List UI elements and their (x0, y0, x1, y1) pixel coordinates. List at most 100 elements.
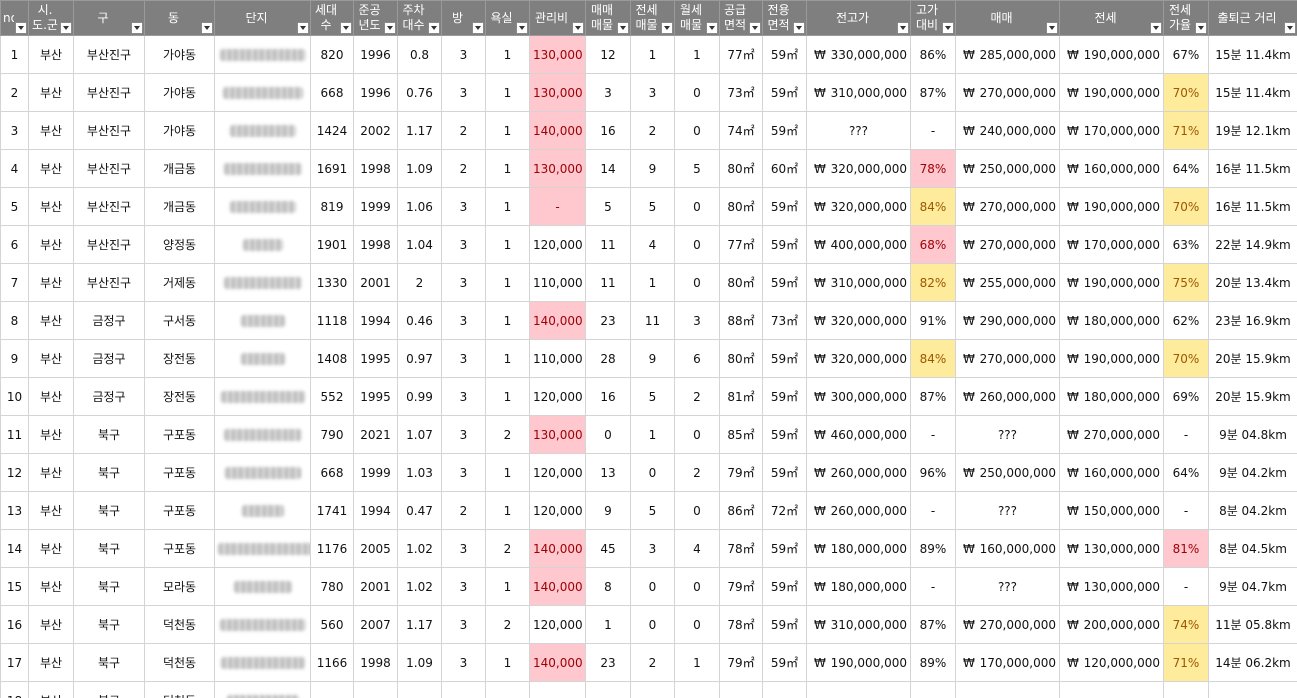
sido-cell[interactable]: 부산 (28, 415, 74, 454)
row-number-cell[interactable]: 6 (0, 225, 29, 264)
high-ratio-cell[interactable]: 87% (910, 73, 956, 112)
dong-cell[interactable]: 가야동 (144, 111, 215, 150)
gu-cell[interactable]: 부산진구 (73, 263, 145, 302)
exclusive-area-cell[interactable]: 72㎡ (762, 491, 807, 530)
supply-area-cell[interactable]: 74㎡ (719, 111, 763, 150)
supply-area-cell[interactable]: 79㎡ (719, 453, 763, 492)
column-header[interactable]: 구 (73, 0, 145, 36)
dong-cell[interactable]: 덕천동 (144, 681, 215, 698)
dong-cell[interactable]: 구포동 (144, 453, 215, 492)
parking-cell[interactable]: 0.47 (397, 491, 442, 530)
built-year-cell[interactable]: 1998 (353, 643, 398, 682)
parking-cell[interactable]: 0.8 (397, 35, 442, 74)
sido-cell[interactable]: 부산 (28, 643, 74, 682)
baths-cell[interactable]: 1 (485, 187, 530, 226)
filter-dropdown-icon[interactable] (201, 22, 213, 34)
gu-cell[interactable]: 부산진구 (73, 149, 145, 188)
filter-dropdown-icon[interactable] (516, 22, 528, 34)
gu-cell[interactable]: 북구 (73, 415, 145, 454)
complex-name-cell[interactable] (214, 529, 311, 568)
rooms-cell[interactable]: 3 (441, 187, 486, 226)
jeonse-rate-cell[interactable]: 67% (1163, 35, 1209, 74)
sale-listings-cell[interactable]: 23 (585, 301, 631, 340)
dong-cell[interactable]: 모라동 (144, 567, 215, 606)
commute-cell[interactable]: 20분 13.4km (1208, 263, 1297, 302)
high-ratio-cell[interactable]: - (910, 415, 956, 454)
jeonse-listings-cell[interactable]: 9 (630, 149, 675, 188)
parking-cell[interactable]: 1.09 (397, 643, 442, 682)
exclusive-area-cell[interactable]: 59㎡ (762, 377, 807, 416)
monthly-listings-cell[interactable]: 0 (674, 73, 720, 112)
sido-cell[interactable]: 부산 (28, 301, 74, 340)
sale-price-cell[interactable]: ₩270,000,000 (955, 605, 1060, 644)
management-fee-cell[interactable] (529, 681, 586, 698)
column-header[interactable]: 매매매물 (585, 0, 631, 36)
column-header[interactable]: 고가대비 (910, 0, 956, 36)
high-ratio-cell[interactable]: - (910, 491, 956, 530)
previous-high-cell[interactable]: ₩460,000,000 (806, 415, 911, 454)
previous-high-cell[interactable]: ₩320,000,000 (806, 149, 911, 188)
gu-cell[interactable]: 부산진구 (73, 111, 145, 150)
parking-cell[interactable]: 1.09 (397, 149, 442, 188)
baths-cell[interactable]: 1 (485, 149, 530, 188)
high-ratio-cell[interactable]: 84% (910, 187, 956, 226)
exclusive-area-cell[interactable]: 59㎡ (762, 643, 807, 682)
sale-price-cell[interactable]: ₩260,000,000 (955, 377, 1060, 416)
parking-cell[interactable]: 1.02 (397, 567, 442, 606)
sale-listings-cell[interactable]: 3 (585, 73, 631, 112)
sale-listings-cell[interactable]: 16 (585, 377, 631, 416)
high-ratio-cell[interactable]: 82% (910, 263, 956, 302)
jeonse-listings-cell[interactable]: 5 (630, 377, 675, 416)
management-fee-cell[interactable]: 130,000 (529, 73, 586, 112)
management-fee-cell[interactable]: 140,000 (529, 643, 586, 682)
built-year-cell[interactable]: 1999 (353, 187, 398, 226)
row-number-cell[interactable]: 16 (0, 605, 29, 644)
previous-high-cell[interactable]: ₩400,000,000 (806, 225, 911, 264)
complex-name-cell[interactable] (214, 377, 311, 416)
households-cell[interactable]: 1166 (310, 643, 354, 682)
management-fee-cell[interactable]: 130,000 (529, 415, 586, 454)
filter-dropdown-icon[interactable] (1195, 22, 1207, 34)
sale-listings-cell[interactable]: 8 (585, 567, 631, 606)
jeonse-rate-cell[interactable]: 70% (1163, 73, 1209, 112)
built-year-cell[interactable]: 2002 (353, 111, 398, 150)
rooms-cell[interactable]: 2 (441, 111, 486, 150)
previous-high-cell[interactable]: ₩180,000,000 (806, 567, 911, 606)
monthly-listings-cell[interactable]: 1 (674, 643, 720, 682)
built-year-cell[interactable]: 2001 (353, 567, 398, 606)
parking-cell[interactable]: 0.97 (397, 339, 442, 378)
supply-area-cell[interactable]: 77㎡ (719, 35, 763, 74)
jeonse-price-cell[interactable]: ₩130,000,000 (1059, 529, 1164, 568)
dong-cell[interactable]: 양정동 (144, 225, 215, 264)
management-fee-cell[interactable]: 110,000 (529, 339, 586, 378)
households-cell[interactable]: 1176 (310, 529, 354, 568)
built-year-cell[interactable]: 1994 (353, 301, 398, 340)
supply-area-cell[interactable]: 81㎡ (719, 377, 763, 416)
exclusive-area-cell[interactable]: 59㎡ (762, 263, 807, 302)
management-fee-cell[interactable]: 120,000 (529, 225, 586, 264)
management-fee-cell[interactable]: 120,000 (529, 377, 586, 416)
sale-listings-cell[interactable]: 45 (585, 529, 631, 568)
monthly-listings-cell[interactable]: 0 (674, 263, 720, 302)
previous-high-cell[interactable]: ₩320,000,000 (806, 301, 911, 340)
jeonse-listings-cell[interactable]: 11 (630, 301, 675, 340)
column-header[interactable]: 전용면적 (762, 0, 807, 36)
built-year-cell[interactable] (353, 681, 398, 698)
management-fee-cell[interactable]: 140,000 (529, 111, 586, 150)
baths-cell[interactable] (485, 681, 530, 698)
rooms-cell[interactable]: 3 (441, 567, 486, 606)
column-header[interactable]: 동 (144, 0, 215, 36)
row-number-cell[interactable]: 7 (0, 263, 29, 302)
sale-listings-cell[interactable]: 28 (585, 339, 631, 378)
jeonse-listings-cell[interactable]: 1 (630, 415, 675, 454)
jeonse-listings-cell[interactable]: 9 (630, 339, 675, 378)
parking-cell[interactable]: 1.03 (397, 453, 442, 492)
households-cell[interactable] (310, 681, 354, 698)
high-ratio-cell[interactable]: 87% (910, 377, 956, 416)
supply-area-cell[interactable]: 85㎡ (719, 415, 763, 454)
commute-cell[interactable]: 20분 15.9km (1208, 339, 1297, 378)
column-header[interactable]: 전세매물 (630, 0, 675, 36)
jeonse-rate-cell[interactable]: 70% (1163, 187, 1209, 226)
dong-cell[interactable]: 개금동 (144, 187, 215, 226)
previous-high-cell[interactable]: ₩260,000,000 (806, 453, 911, 492)
